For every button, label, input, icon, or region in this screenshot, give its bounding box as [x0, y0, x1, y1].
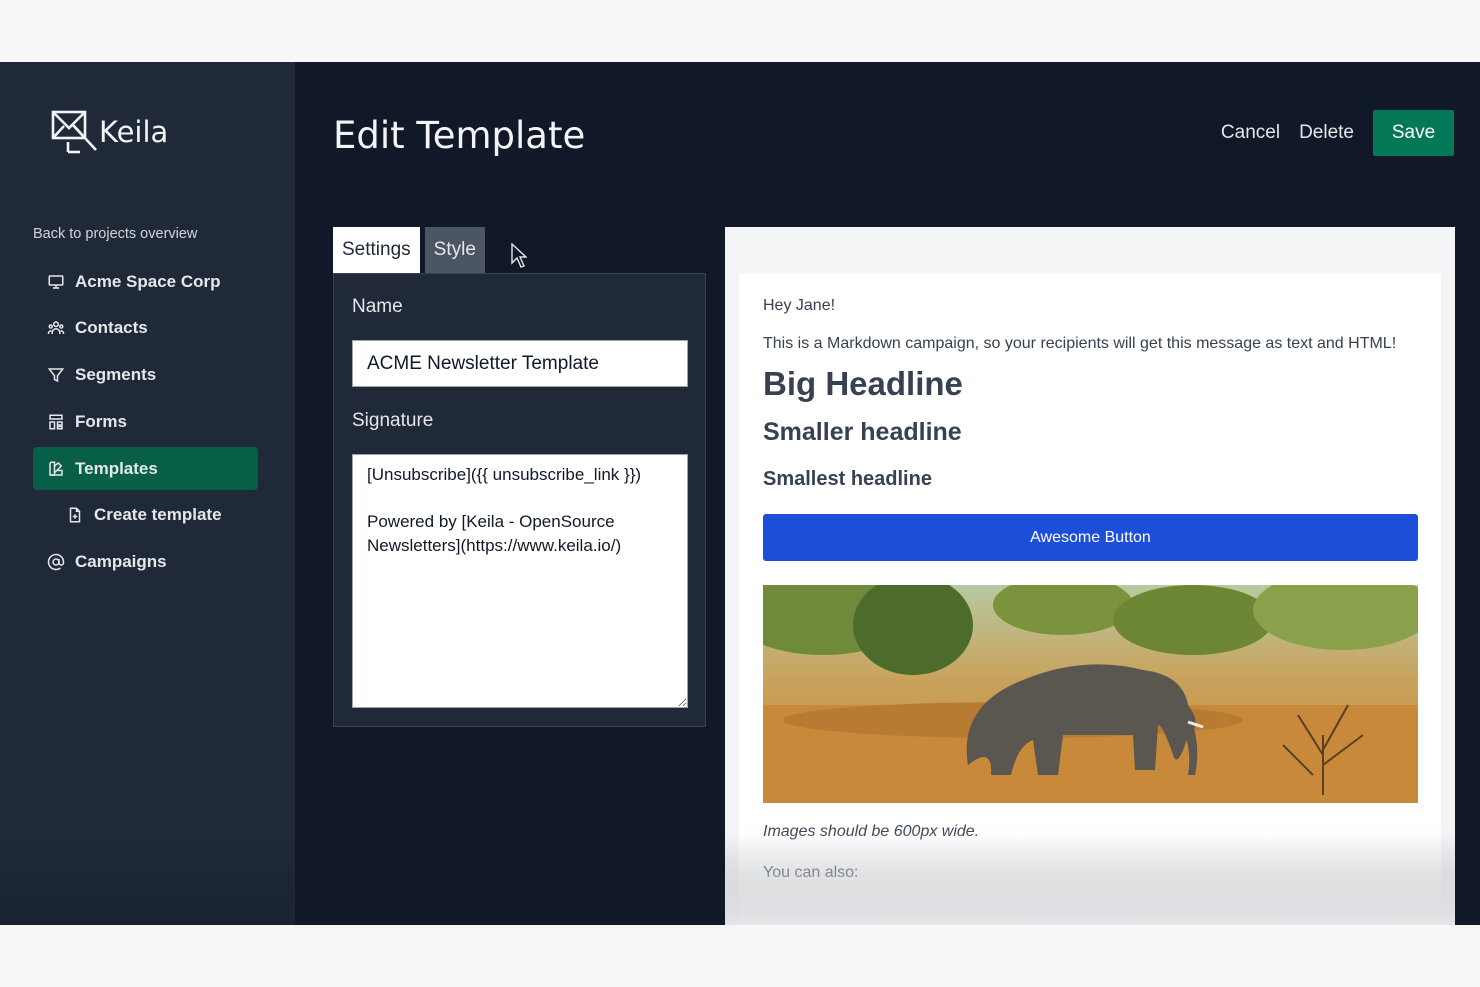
sidebar-item-label: Create template	[94, 505, 222, 525]
editor-tabs: Settings Style	[333, 227, 490, 273]
preview-smallest-headline: Smallest headline	[763, 468, 932, 490]
elephant-photo	[763, 585, 1418, 803]
app-logo[interactable]: Keila	[50, 108, 168, 156]
sidebar-item-forms[interactable]: Forms	[33, 400, 258, 443]
templates-icon	[49, 461, 63, 476]
sidebar-item-label: Forms	[75, 411, 127, 431]
template-preview: Hey Jane! This is a Markdown campaign, s…	[725, 227, 1455, 925]
keila-logo-icon	[51, 110, 97, 154]
cancel-button[interactable]: Cancel	[1221, 122, 1280, 144]
preview-you-can-also: You can also:	[763, 864, 859, 881]
sidebar-item-label: Acme Space Corp	[75, 271, 221, 291]
back-to-projects-link[interactable]: Back to projects overview	[33, 226, 197, 242]
preview-intro: This is a Markdown campaign, so your rec…	[763, 335, 1397, 352]
sidebar: Keila Back to projects overview Acme Spa…	[0, 62, 295, 925]
sidebar-item-campaigns[interactable]: Campaigns	[33, 541, 258, 584]
sidebar-item-label: Templates	[75, 458, 158, 478]
signature-label: Signature	[352, 410, 434, 431]
header-actions: Cancel Delete Save	[1221, 110, 1454, 156]
page-title: Edit Template	[333, 114, 586, 157]
sidebar-item-acme-space-corp[interactable]: Acme Space Corp	[33, 260, 258, 303]
delete-button[interactable]: Delete	[1299, 122, 1354, 144]
app-name: Keila	[99, 115, 169, 149]
preview-big-headline: Big Headline	[763, 365, 963, 402]
sidebar-nav: Acme Space Corp Contacts Segments Forms …	[33, 260, 258, 588]
forms-icon	[49, 414, 63, 430]
preview-greeting: Hey Jane!	[763, 297, 836, 314]
sidebar-item-create-template[interactable]: Create template	[33, 494, 258, 537]
template-name-input[interactable]	[352, 340, 688, 387]
at-sign-icon	[47, 554, 65, 571]
monitor-icon	[48, 274, 64, 289]
file-plus-icon	[69, 507, 81, 523]
preview-email-body: Hey Jane! This is a Markdown campaign, s…	[739, 273, 1441, 925]
settings-panel: Name Signature [Unsubscribe]({{ unsubscr…	[333, 273, 706, 727]
sidebar-item-segments[interactable]: Segments	[33, 354, 258, 397]
sidebar-item-label: Campaigns	[75, 552, 167, 572]
preview-image-caption: Images should be 600px wide.	[763, 823, 980, 840]
preview-awesome-button[interactable]: Awesome Button	[763, 514, 1418, 561]
name-label: Name	[352, 296, 403, 317]
save-button[interactable]: Save	[1373, 110, 1454, 156]
users-icon	[47, 321, 65, 335]
sidebar-item-label: Segments	[75, 365, 157, 385]
sidebar-item-contacts[interactable]: Contacts	[33, 307, 258, 350]
sidebar-item-templates[interactable]: Templates	[33, 447, 258, 491]
signature-textarea[interactable]: [Unsubscribe]({{ unsubscribe_link }}) Po…	[352, 454, 688, 708]
sidebar-item-label: Contacts	[75, 318, 148, 338]
tab-style[interactable]: Style	[424, 227, 485, 273]
tab-settings[interactable]: Settings	[333, 227, 420, 273]
filter-icon	[47, 368, 65, 383]
mouse-cursor-icon	[511, 243, 527, 268]
app-window: Keila Back to projects overview Acme Spa…	[0, 62, 1480, 925]
preview-smaller-headline: Smaller headline	[763, 418, 962, 446]
